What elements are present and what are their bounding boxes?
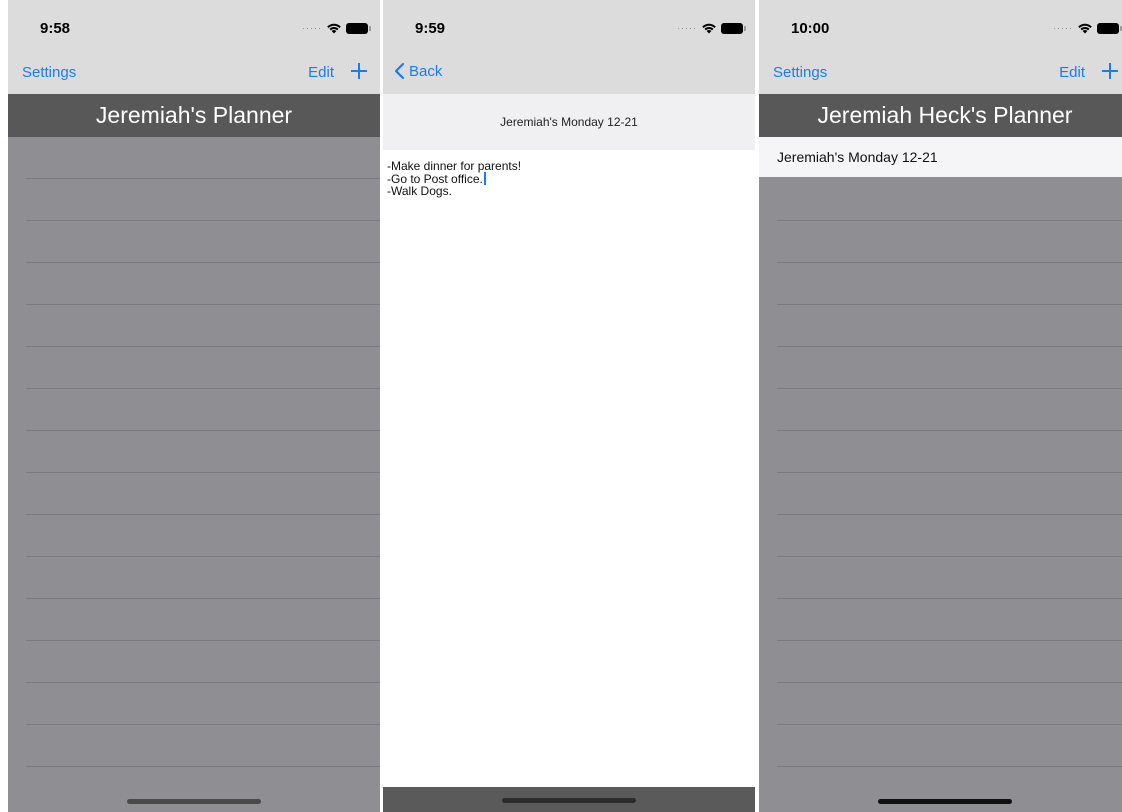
settings-button[interactable]: Settings [22, 64, 76, 81]
signal-dots-icon: ····· [302, 23, 322, 33]
back-label: Back [409, 62, 443, 80]
row-separator [777, 514, 1122, 515]
bottom-bar [383, 787, 755, 812]
status-bar: 10:00 ····· [759, 0, 1122, 50]
edit-button[interactable]: Edit [308, 64, 334, 81]
battery-icon [1097, 22, 1122, 34]
home-indicator[interactable] [502, 798, 636, 803]
row-separator [777, 220, 1122, 221]
signal-dots-icon: ····· [677, 23, 697, 33]
wifi-icon [1078, 23, 1092, 34]
note-line: -Walk Dogs. [387, 184, 452, 198]
status-bar: 9:58 ····· [8, 0, 380, 50]
status-icons: ····· [1053, 21, 1122, 35]
note-line: -Make dinner for parents! [387, 159, 522, 173]
row-separator [777, 388, 1122, 389]
navigation-bar: Back [383, 50, 755, 94]
home-indicator[interactable] [878, 799, 1012, 804]
status-time: 10:00 [791, 20, 830, 37]
row-separator [777, 724, 1122, 725]
note-detail-screen: 9:59 ····· Back Jeremiah's Monday 12-21 … [383, 0, 755, 812]
status-time: 9:59 [415, 20, 446, 37]
status-icons: ····· [302, 21, 371, 35]
row-separator [777, 766, 1122, 767]
signal-dots-icon: ····· [1053, 23, 1073, 33]
status-icons: ····· [677, 21, 746, 35]
planner-title: Jeremiah's Planner [8, 94, 380, 137]
battery-icon [346, 22, 371, 34]
row-separator [26, 472, 380, 473]
navigation-bar: Settings Edit [759, 50, 1122, 94]
row-separator [26, 640, 380, 641]
row-separator [26, 724, 380, 725]
list-separators [777, 137, 1122, 812]
row-separator [26, 304, 380, 305]
row-separator [26, 262, 380, 263]
home-indicator[interactable] [127, 799, 261, 804]
row-separator [26, 178, 380, 179]
status-bar: 9:59 ····· [383, 0, 755, 50]
row-separator [777, 472, 1122, 473]
row-separator [777, 640, 1122, 641]
wifi-icon [327, 23, 341, 34]
note-title: Jeremiah's Monday 12-21 [383, 94, 755, 150]
row-separator [777, 682, 1122, 683]
note-text-area[interactable]: -Make dinner for parents! -Go to Post of… [387, 160, 747, 197]
plus-icon[interactable] [348, 60, 370, 82]
wifi-icon [702, 23, 716, 34]
row-separator [26, 220, 380, 221]
row-separator [26, 556, 380, 557]
planner-title: Jeremiah Heck's Planner [759, 94, 1122, 137]
edit-button[interactable]: Edit [1059, 64, 1085, 81]
row-separator [26, 598, 380, 599]
empty-list [26, 137, 380, 812]
row-separator [26, 430, 380, 431]
row-separator [777, 262, 1122, 263]
text-cursor [483, 172, 486, 185]
plus-icon[interactable] [1099, 60, 1121, 82]
row-separator [777, 304, 1122, 305]
chevron-left-icon [394, 62, 405, 80]
battery-icon [721, 22, 746, 34]
navigation-bar: Settings Edit [8, 50, 380, 94]
row-separator [26, 514, 380, 515]
planner-list-screen: 9:58 ····· Settings Edit Jeremiah's Plan… [8, 0, 380, 812]
settings-button[interactable]: Settings [773, 64, 827, 81]
row-separator [26, 766, 380, 767]
row-separator [777, 556, 1122, 557]
status-time: 9:58 [40, 20, 71, 37]
row-separator [777, 430, 1122, 431]
back-button[interactable]: Back [393, 62, 442, 80]
planner-list-screen-populated: 10:00 ····· Settings Edit Jeremiah Heck'… [759, 0, 1122, 812]
row-separator [26, 682, 380, 683]
row-separator [777, 346, 1122, 347]
row-separator [26, 346, 380, 347]
row-separator [777, 598, 1122, 599]
row-separator [26, 388, 380, 389]
